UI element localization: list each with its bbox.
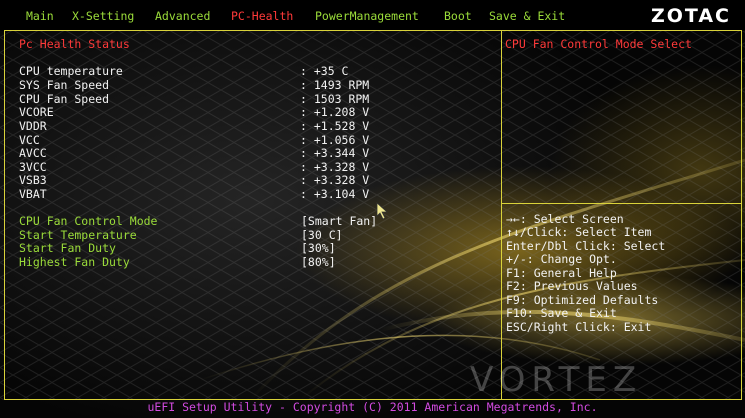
help-line: →←: Select Screen: [506, 212, 624, 226]
reading-value: : +3.344 V: [300, 146, 370, 160]
help-line: F2: Previous Values: [506, 279, 638, 293]
section-title: Pc Health Status: [19, 37, 130, 51]
reading-label: VCORE: [19, 105, 54, 119]
zotac-logo: ZOTAC: [650, 5, 731, 27]
menu-tab-advanced[interactable]: Advanced: [155, 9, 210, 23]
setting-label-start-temperature[interactable]: Start Temperature: [19, 228, 137, 242]
reading-value: : +35 C: [300, 64, 349, 78]
reading-value: : +3.104 V: [300, 187, 370, 201]
reading-value: : 1493 RPM: [300, 78, 370, 92]
reading-label: VCC: [19, 133, 40, 147]
vortez-watermark: VORTEZ: [470, 360, 643, 400]
menu-tab-power-management[interactable]: PowerManagement: [315, 9, 419, 23]
menu-tab-boot[interactable]: Boot: [444, 9, 472, 23]
reading-value: : +1.208 V: [300, 105, 370, 119]
menu-tab-main[interactable]: Main: [26, 9, 54, 23]
help-line: F1: General Help: [506, 266, 617, 280]
menu-tab-save-exit[interactable]: Save & Exit: [489, 9, 565, 23]
reading-label: VBAT: [19, 187, 47, 201]
menu-tab-pc-health[interactable]: PC-Health: [231, 9, 293, 23]
menu-tab-x-setting[interactable]: X-Setting: [72, 9, 134, 23]
mouse-cursor-icon: [376, 202, 388, 220]
setting-label-highest-fan-duty[interactable]: Highest Fan Duty: [19, 255, 130, 269]
reading-label: CPU temperature: [19, 64, 123, 78]
setting-value-cpu-fan-mode[interactable]: [Smart Fan]: [301, 214, 377, 228]
help-line: ↑↓/Click: Select Item: [506, 225, 652, 239]
reading-label: AVCC: [19, 146, 47, 160]
reading-label: VSB3: [19, 173, 47, 187]
item-description: CPU Fan Control Mode Select: [505, 37, 692, 51]
reading-label: SYS Fan Speed: [19, 78, 110, 92]
help-line: +/-: Change Opt.: [506, 252, 617, 266]
setting-value-start-fan-duty[interactable]: [30%]: [301, 241, 336, 255]
help-line: ESC/Right Click: Exit: [506, 320, 652, 334]
menu-bar: Main X-Setting Advanced PC-Health PowerM…: [0, 0, 745, 31]
reading-value: : 1503 RPM: [300, 92, 370, 106]
reading-value: : +1.528 V: [300, 119, 370, 133]
help-line: F9: Optimized Defaults: [506, 293, 659, 307]
side-panel-divider: [501, 30, 742, 204]
setting-value-start-temperature[interactable]: [30 C]: [301, 228, 343, 242]
reading-label: VDDR: [19, 119, 47, 133]
help-line: F10: Save & Exit: [506, 306, 617, 320]
setting-value-highest-fan-duty[interactable]: [80%]: [301, 255, 336, 269]
setting-label-start-fan-duty[interactable]: Start Fan Duty: [19, 241, 116, 255]
footer-copyright: uEFI Setup Utility - Copyright (C) 2011 …: [147, 400, 598, 414]
reading-label: 3VCC: [19, 160, 47, 174]
reading-value: : +1.056 V: [300, 133, 370, 147]
reading-label: CPU Fan Speed: [19, 92, 110, 106]
reading-value: : +3.328 V: [300, 160, 370, 174]
reading-value: : +3.328 V: [300, 173, 370, 187]
help-line: Enter/Dbl Click: Select: [506, 239, 666, 253]
setting-label-cpu-fan-mode[interactable]: CPU Fan Control Mode: [19, 214, 157, 228]
